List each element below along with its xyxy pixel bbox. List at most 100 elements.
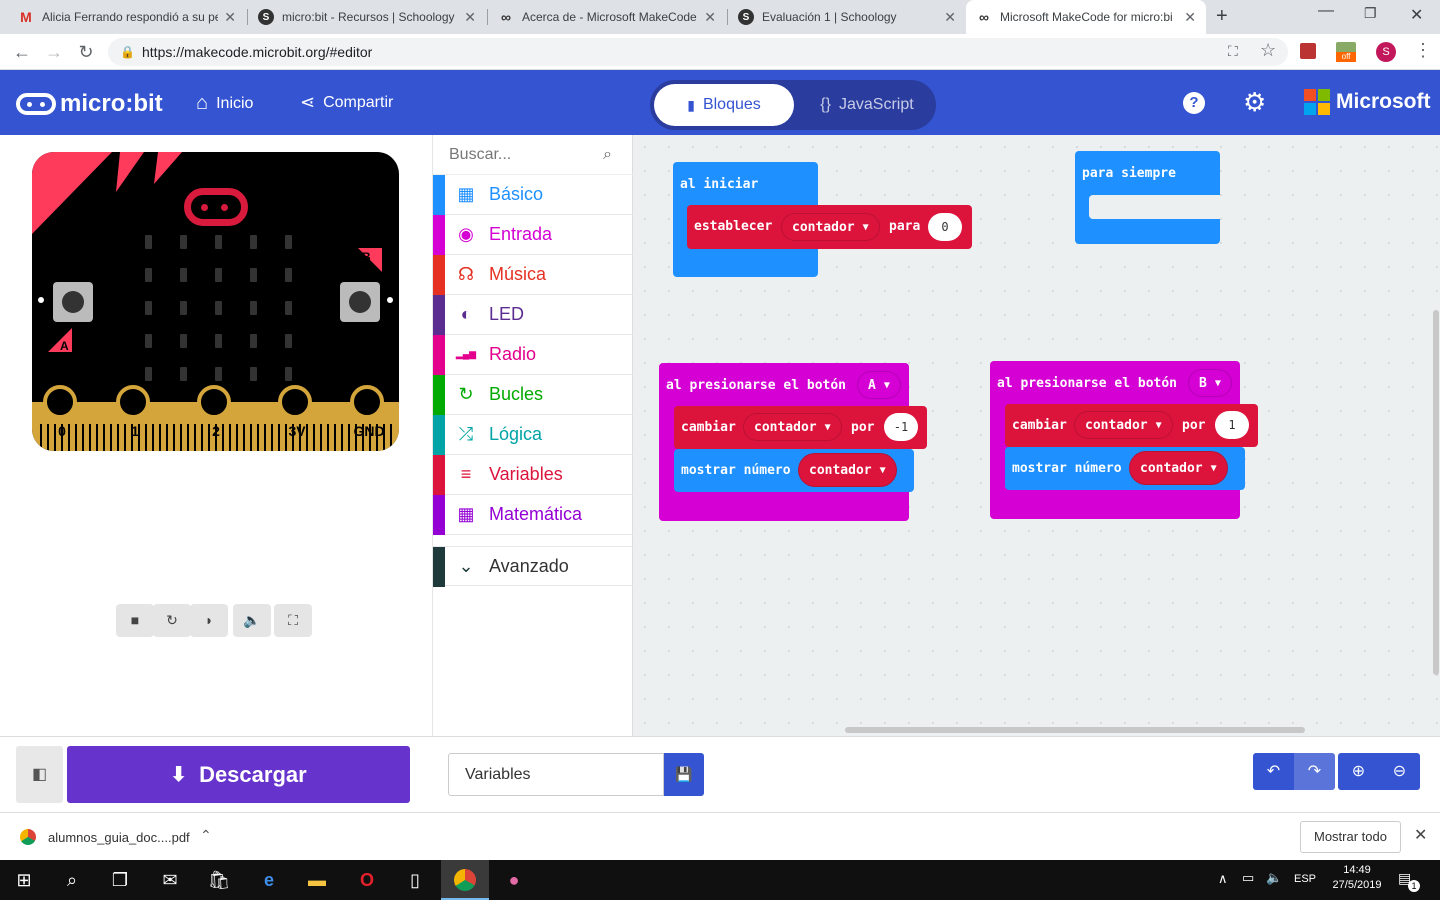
browser-tab[interactable]: M Alicia Ferrando respondió a su pe ✕ <box>8 0 246 34</box>
variable-reporter[interactable]: contador ▼ <box>798 453 897 487</box>
clock[interactable]: 14:49 27/5/2019 <box>1328 864 1386 891</box>
show-all-downloads-button[interactable]: Mostrar todo <box>1300 821 1401 853</box>
variable-dropdown[interactable]: contador ▼ <box>1074 411 1173 439</box>
undo-button[interactable]: ↶ <box>1253 753 1294 790</box>
network-icon[interactable]: ▭ <box>1242 870 1254 886</box>
reload-icon[interactable]: ↻ <box>75 41 97 63</box>
set-variable-block[interactable]: establecer contador ▼ para 0 <box>687 205 972 249</box>
store-icon[interactable]: 🛍 <box>205 866 233 894</box>
pin-3v[interactable] <box>278 385 312 419</box>
horizontal-scrollbar[interactable] <box>845 727 1305 733</box>
mute-button[interactable]: 🔈 <box>233 604 271 637</box>
browser-tab[interactable]: S micro:bit - Recursos | Schoology ✕ <box>248 0 486 34</box>
save-icon[interactable]: 💾 <box>664 753 704 796</box>
pin-gnd[interactable] <box>350 385 384 419</box>
redo-button[interactable]: ↷ <box>1294 753 1335 790</box>
chevron-up-icon[interactable]: ⌃ <box>200 827 212 844</box>
windows-start-icon[interactable]: ⊞ <box>10 866 38 894</box>
fullscreen-button[interactable]: ⛶ <box>274 604 312 637</box>
slow-mode-button[interactable]: ◗ <box>190 604 228 637</box>
paint-icon[interactable]: ● <box>500 866 528 894</box>
url-field[interactable]: 🔒 https://makecode.microbit.org/#editor <box>108 38 1288 66</box>
toolbox-category-variables[interactable]: ≡ Variables <box>433 455 633 495</box>
search-icon[interactable]: ⌕ <box>58 866 86 894</box>
gear-icon[interactable]: ⚙ <box>1243 87 1266 118</box>
close-tab-icon[interactable]: ✕ <box>464 9 476 26</box>
restart-simulator-button[interactable]: ↻ <box>153 604 191 637</box>
javascript-mode-button[interactable]: {} JavaScript <box>802 84 932 126</box>
microsoft-logo[interactable]: Microsoft <box>1304 89 1431 115</box>
blocks-mode-button[interactable]: ▮ Bloques <box>654 84 794 126</box>
variable-dropdown[interactable]: contador ▼ <box>781 213 880 241</box>
number-input[interactable]: -1 <box>884 413 918 441</box>
browser-tab[interactable]: S Evaluación 1 | Schoology ✕ <box>728 0 966 34</box>
close-tab-icon[interactable]: ✕ <box>1184 9 1196 26</box>
toolbox-category-matemática[interactable]: ▦ Matemática <box>433 495 633 535</box>
toolbox-category-bucles[interactable]: ↻ Bucles <box>433 375 633 415</box>
download-file-name[interactable]: alumnos_guia_doc....pdf <box>48 830 190 845</box>
variable-reporter[interactable]: contador ▼ <box>1129 451 1228 485</box>
translate-icon[interactable]: ⛶ <box>1228 43 1238 60</box>
task-view-icon[interactable]: ❐ <box>106 866 134 894</box>
volume-icon[interactable]: 🔈 <box>1266 870 1282 886</box>
back-icon[interactable]: ← <box>11 41 33 63</box>
document-icon[interactable]: ▯ <box>401 866 429 894</box>
toolbox-category-básico[interactable]: ▦ Básico <box>433 175 633 215</box>
pin-0[interactable] <box>43 385 77 419</box>
menu-icon[interactable]: ⋮ <box>1414 40 1432 61</box>
pin-2[interactable] <box>197 385 231 419</box>
toolbox-category-lógica[interactable]: ⤮ Lógica <box>433 415 633 455</box>
microbit-logo[interactable]: micro:bit <box>16 90 163 118</box>
collapse-simulator-button[interactable]: ◧ <box>16 746 63 803</box>
show-number-block[interactable]: mostrar número contador ▼ <box>674 449 914 492</box>
download-button[interactable]: ⬇ Descargar <box>67 746 410 803</box>
new-tab-button[interactable]: + <box>1216 5 1228 28</box>
language-indicator[interactable]: ESP <box>1294 873 1316 885</box>
number-input[interactable]: 0 <box>928 213 962 241</box>
toolbox-category-música[interactable]: ☊ Música <box>433 255 633 295</box>
share-button[interactable]: ⋖ Compartir <box>300 92 393 113</box>
zoom-in-button[interactable]: ⊕ <box>1338 753 1379 790</box>
extension-icon[interactable]: off <box>1336 42 1356 62</box>
forever-block[interactable]: para siempre <box>1075 151 1220 244</box>
search-icon[interactable]: ⌕ <box>603 135 612 175</box>
board-logo-icon[interactable] <box>184 188 248 226</box>
home-button[interactable]: ⌂ Inicio <box>196 92 253 115</box>
number-input[interactable]: 1 <box>1215 411 1249 439</box>
close-tab-icon[interactable]: ✕ <box>224 9 236 26</box>
close-tab-icon[interactable]: ✕ <box>944 9 956 26</box>
zoom-out-button[interactable]: ⊖ <box>1379 753 1420 790</box>
file-explorer-icon[interactable]: ▬ <box>303 866 331 894</box>
edge-icon[interactable]: e <box>255 866 283 894</box>
change-variable-block[interactable]: cambiar contador ▼ por 1 <box>1005 404 1258 447</box>
close-tab-icon[interactable]: ✕ <box>704 9 716 26</box>
button-a[interactable] <box>53 282 93 322</box>
browser-tab[interactable]: ∞ Acerca de - Microsoft MakeCode ✕ <box>488 0 726 34</box>
change-variable-block[interactable]: cambiar contador ▼ por -1 <box>674 406 927 449</box>
toolbox-category-led[interactable]: ◐ LED <box>433 295 633 335</box>
button-dropdown[interactable]: A ▼ <box>857 371 901 399</box>
blocks-workspace[interactable]: al iniciar establecer contador ▼ para 0 p… <box>633 135 1440 736</box>
chrome-taskbar-button[interactable] <box>441 860 489 900</box>
project-name-input[interactable]: Variables <box>448 753 664 796</box>
bookmark-star-icon[interactable]: ☆ <box>1260 40 1276 61</box>
help-icon[interactable]: ? <box>1183 92 1205 114</box>
chevron-up-icon[interactable]: ∧ <box>1218 871 1228 887</box>
pdf-extension-icon[interactable] <box>1300 43 1316 59</box>
vertical-scrollbar[interactable] <box>1433 310 1439 675</box>
profile-avatar[interactable]: S <box>1376 42 1396 62</box>
toolbox-search-input[interactable]: Buscar... ⌕ <box>433 135 633 175</box>
stop-simulator-button[interactable]: ■ <box>116 604 154 637</box>
toolbox-category-radio[interactable]: ▂▄▆ Radio <box>433 335 633 375</box>
browser-tab-active[interactable]: ∞ Microsoft MakeCode for micro:bi ✕ <box>966 0 1206 34</box>
minimize-button[interactable]: — <box>1318 2 1334 20</box>
toolbox-category-avanzado[interactable]: ⌄ Avanzado <box>433 546 633 587</box>
close-shelf-icon[interactable]: ✕ <box>1414 825 1427 845</box>
mail-icon[interactable]: ✉ <box>156 866 184 894</box>
button-dropdown[interactable]: B ▼ <box>1188 369 1232 397</box>
forward-icon[interactable]: → <box>43 41 65 63</box>
pin-1[interactable] <box>116 385 150 419</box>
close-window-button[interactable]: ✕ <box>1410 5 1423 25</box>
restore-button[interactable]: ❐ <box>1364 5 1377 22</box>
toolbox-category-entrada[interactable]: ◉ Entrada <box>433 215 633 255</box>
